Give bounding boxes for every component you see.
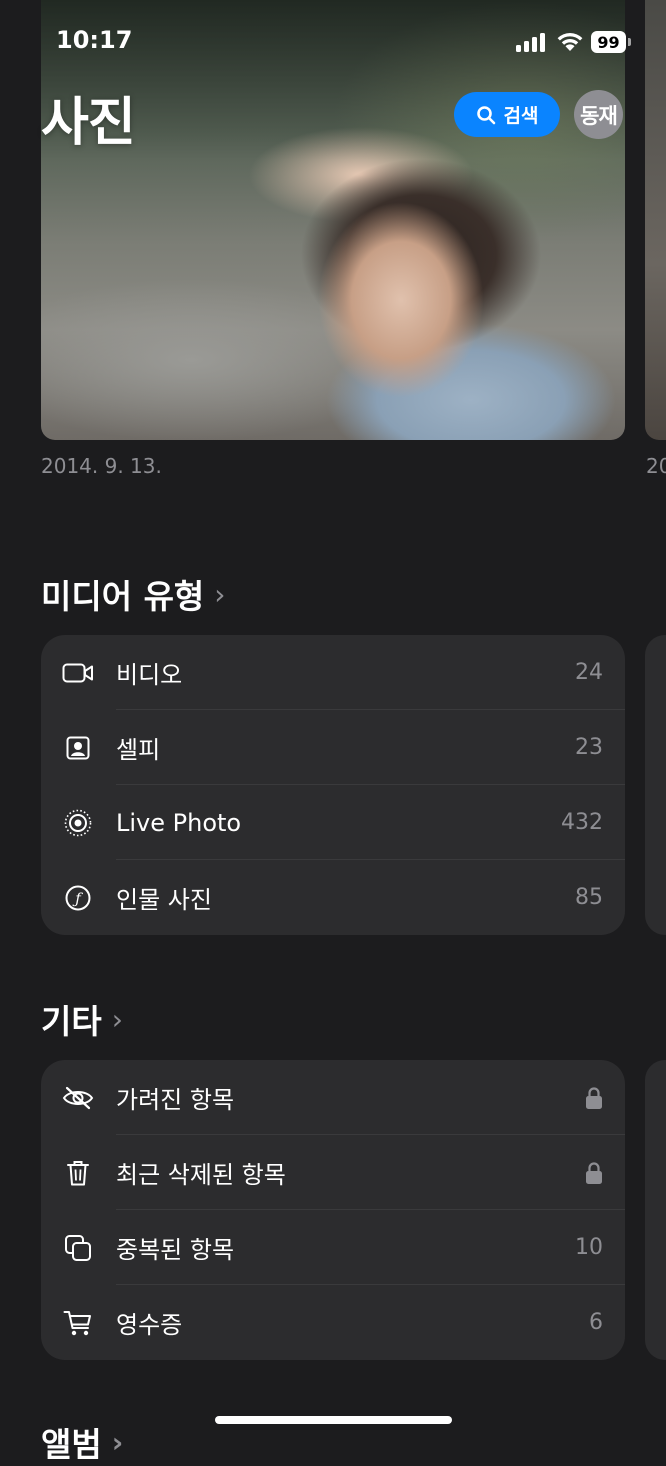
list-item-count: 432 — [561, 810, 603, 835]
list-item-receipts[interactable]: 영수증 6 — [41, 1285, 625, 1360]
wifi-icon — [557, 32, 583, 51]
chevron-right-icon: › — [111, 1002, 123, 1036]
next-card-peek[interactable] — [645, 635, 666, 935]
list-item-label: 영수증 — [116, 1311, 183, 1339]
albums-header[interactable]: 앨범 › — [41, 1418, 123, 1466]
cart-icon — [60, 1305, 96, 1341]
list-item-count: 24 — [575, 660, 603, 685]
battery-level: 99 — [591, 31, 626, 53]
chevron-right-icon: › — [111, 1425, 124, 1459]
next-photo-date: 20 — [646, 454, 666, 478]
list-item-portrait[interactable]: ƒ 인물 사진 85 — [41, 860, 625, 935]
list-item-label: 가려진 항목 — [116, 1086, 235, 1114]
search-icon — [476, 105, 495, 124]
battery-icon: 99 — [591, 31, 631, 53]
list-item-label: 인물 사진 — [116, 886, 212, 914]
hidden-eye-icon — [60, 1080, 96, 1116]
list-item-count: 6 — [589, 1310, 603, 1335]
lock-icon — [586, 1161, 602, 1184]
duplicates-icon — [60, 1230, 96, 1266]
lock-icon — [586, 1086, 602, 1109]
list-item-duplicates[interactable]: 중복된 항목 10 — [41, 1210, 625, 1285]
featured-photo-date: 2014. 9. 13. — [41, 454, 162, 478]
profile-avatar[interactable]: 동재 — [574, 90, 623, 139]
list-item-label: 중복된 항목 — [116, 1236, 235, 1264]
media-types-header[interactable]: 미디어 유형 › — [41, 570, 226, 618]
trash-icon — [60, 1155, 96, 1191]
cellular-signal-icon — [516, 32, 546, 52]
list-item-label: 비디오 — [116, 661, 183, 689]
video-icon — [60, 655, 96, 691]
page-title: 사진 — [41, 93, 136, 153]
list-item-count: 10 — [575, 1235, 603, 1260]
list-item-live-photo[interactable]: Live Photo 432 — [41, 785, 625, 860]
chevron-right-icon: › — [214, 577, 226, 611]
albums-title: 앨범 — [41, 1425, 102, 1464]
utilities-header[interactable]: 기타 › — [41, 995, 123, 1043]
media-types-title: 미디어 유형 — [41, 577, 205, 616]
list-item-count: 85 — [575, 885, 603, 910]
list-item-hidden[interactable]: 가려진 항목 — [41, 1060, 625, 1135]
list-item-label: Live Photo — [116, 808, 242, 837]
search-label: 검색 — [503, 105, 539, 127]
list-item-recently-deleted[interactable]: 최근 삭제된 항목 — [41, 1135, 625, 1210]
list-item-label: 셀피 — [116, 736, 161, 764]
utilities-title: 기타 — [41, 1002, 102, 1041]
selfie-icon — [60, 730, 96, 766]
list-item-video[interactable]: 비디오 24 — [41, 635, 625, 710]
list-item-count: 23 — [575, 735, 603, 760]
svg-text:ƒ: ƒ — [72, 889, 83, 907]
status-time: 10:17 — [56, 26, 133, 54]
media-types-card: 비디오 24 셀피 23 Live Photo 432 ƒ 인물 사진 85 — [41, 635, 625, 935]
status-bar: 10:17 99 — [0, 0, 666, 90]
next-card-peek[interactable] — [645, 1060, 666, 1360]
list-item-selfie[interactable]: 셀피 23 — [41, 710, 625, 785]
search-button[interactable]: 검색 — [454, 92, 560, 137]
list-item-label: 최근 삭제된 항목 — [116, 1161, 286, 1189]
live-photo-icon — [60, 805, 96, 841]
home-indicator[interactable] — [215, 1416, 452, 1424]
portrait-icon: ƒ — [60, 880, 96, 916]
utilities-card: 가려진 항목 최근 삭제된 항목 중복된 항목 10 영수증 6 — [41, 1060, 625, 1360]
